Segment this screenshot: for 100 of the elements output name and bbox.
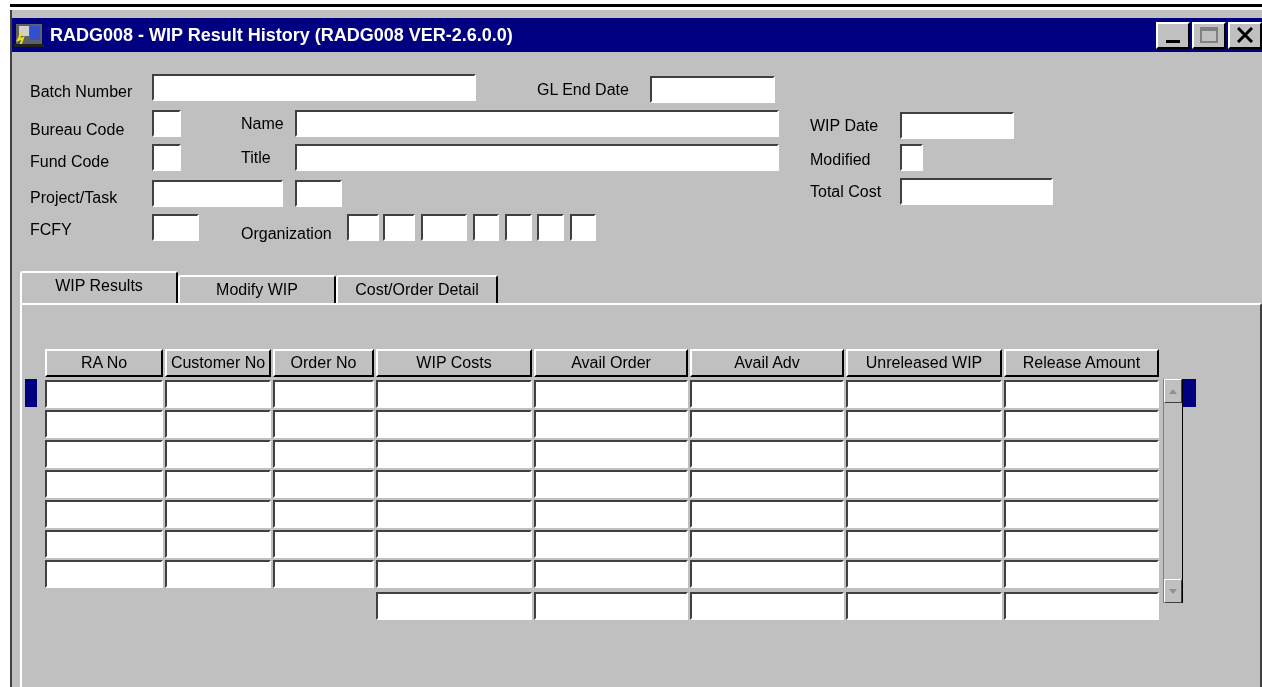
input-field[interactable] <box>295 144 779 171</box>
tab[interactable]: Modify WIP <box>178 275 336 303</box>
table-cell-input[interactable] <box>273 530 374 558</box>
input-field[interactable] <box>505 214 532 241</box>
table-cell-input[interactable] <box>45 530 163 558</box>
table-cell-input[interactable] <box>690 440 844 468</box>
input-field[interactable] <box>570 214 596 241</box>
table-cell-input[interactable] <box>1004 470 1159 498</box>
table-cell-input[interactable] <box>165 500 271 528</box>
minimize-button[interactable] <box>1156 21 1190 49</box>
input-field[interactable] <box>900 178 1053 205</box>
input-field[interactable] <box>537 214 564 241</box>
table-cell-input[interactable] <box>690 500 844 528</box>
table-cell-input[interactable] <box>165 560 271 588</box>
table-cell-input[interactable] <box>1004 530 1159 558</box>
table-cell-input[interactable] <box>376 592 532 620</box>
input-field[interactable] <box>900 144 923 171</box>
table-cell-input[interactable] <box>273 440 374 468</box>
table-cell-input[interactable] <box>165 380 271 408</box>
close-icon <box>1237 26 1253 43</box>
table-cell-input[interactable] <box>534 470 688 498</box>
tab[interactable]: Cost/Order Detail <box>336 275 498 303</box>
table-cell-input[interactable] <box>534 440 688 468</box>
table-cell-input[interactable] <box>534 380 688 408</box>
input-field[interactable] <box>295 110 779 137</box>
input-field[interactable] <box>152 214 199 241</box>
input-field[interactable] <box>152 74 476 101</box>
table-cell-input[interactable] <box>165 470 271 498</box>
maximize-button[interactable] <box>1192 21 1226 49</box>
table-cell-input[interactable] <box>1004 592 1159 620</box>
field-label: Fund Code <box>30 152 110 172</box>
table-cell-input[interactable] <box>690 592 844 620</box>
table-cell-input[interactable] <box>45 410 163 438</box>
table-cell-input[interactable] <box>273 380 374 408</box>
input-field[interactable] <box>347 214 379 241</box>
table-cell-input[interactable] <box>273 560 374 588</box>
input-field[interactable] <box>152 110 181 137</box>
table-cell-input[interactable] <box>534 560 688 588</box>
table-cell-input[interactable] <box>690 380 844 408</box>
table-cell-input[interactable] <box>45 380 163 408</box>
column-header: RA No <box>45 349 163 377</box>
table-cell-input[interactable] <box>376 560 532 588</box>
table-cell-input[interactable] <box>534 410 688 438</box>
table-cell-input[interactable] <box>273 500 374 528</box>
table-cell-input[interactable] <box>534 592 688 620</box>
table-cell-input[interactable] <box>376 500 532 528</box>
input-field[interactable] <box>152 144 181 171</box>
table-cell-input[interactable] <box>273 470 374 498</box>
up-arrow-icon <box>1169 388 1177 394</box>
scrollbar[interactable] <box>1163 379 1183 603</box>
table-cell-input[interactable] <box>45 470 163 498</box>
table-cell-input[interactable] <box>846 530 1002 558</box>
table-cell-input[interactable] <box>846 380 1002 408</box>
field-label: Organization <box>241 224 332 244</box>
table-cell-input[interactable] <box>1004 410 1159 438</box>
table-cell-input[interactable] <box>376 530 532 558</box>
tab[interactable]: WIP Results <box>20 271 178 303</box>
table-cell-input[interactable] <box>534 530 688 558</box>
table-cell-input[interactable] <box>1004 380 1159 408</box>
table-cell-input[interactable] <box>1004 440 1159 468</box>
table-cell-input[interactable] <box>165 440 271 468</box>
table-cell-input[interactable] <box>846 410 1002 438</box>
column-header: Unreleased WIP <box>846 349 1002 377</box>
table-cell-input[interactable] <box>165 410 271 438</box>
table-cell-input[interactable] <box>690 530 844 558</box>
field-label: Name <box>241 114 284 134</box>
table-cell-input[interactable] <box>846 592 1002 620</box>
table-cell-input[interactable] <box>846 470 1002 498</box>
field-label: Batch Number <box>30 82 133 102</box>
table-cell-input[interactable] <box>376 380 532 408</box>
scroll-up-button[interactable] <box>1164 379 1182 403</box>
table-cell-input[interactable] <box>1004 500 1159 528</box>
table-cell-input[interactable] <box>45 440 163 468</box>
input-field[interactable] <box>383 214 415 241</box>
table-cell-input[interactable] <box>1004 560 1159 588</box>
input-field[interactable] <box>295 180 342 207</box>
input-field[interactable] <box>650 76 775 103</box>
column-header: Avail Order <box>534 349 688 377</box>
table-cell-input[interactable] <box>690 410 844 438</box>
table-cell-input[interactable] <box>165 530 271 558</box>
table-cell-input[interactable] <box>273 410 374 438</box>
table-cell-input[interactable] <box>45 560 163 588</box>
table-cell-input[interactable] <box>376 440 532 468</box>
table-cell-input[interactable] <box>690 560 844 588</box>
table-cell-input[interactable] <box>376 470 532 498</box>
app-icon <box>14 22 44 48</box>
table-cell-input[interactable] <box>846 560 1002 588</box>
input-field[interactable] <box>152 180 283 207</box>
field-label: FCFY <box>30 220 72 240</box>
table-cell-input[interactable] <box>45 500 163 528</box>
input-field[interactable] <box>421 214 467 241</box>
table-cell-input[interactable] <box>846 440 1002 468</box>
close-button[interactable] <box>1228 21 1262 49</box>
input-field[interactable] <box>473 214 499 241</box>
input-field[interactable] <box>900 112 1014 139</box>
table-cell-input[interactable] <box>846 500 1002 528</box>
scroll-down-button[interactable] <box>1164 579 1182 603</box>
table-cell-input[interactable] <box>376 410 532 438</box>
table-cell-input[interactable] <box>690 470 844 498</box>
table-cell-input[interactable] <box>534 500 688 528</box>
